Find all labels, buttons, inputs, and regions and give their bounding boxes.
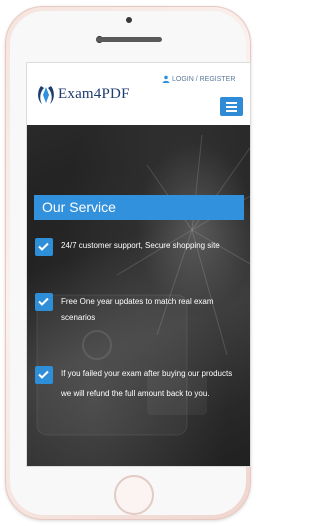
phone-screen: Exam4PDF LOGIN / REGISTER Our Service 24…	[26, 62, 251, 467]
user-icon	[162, 75, 170, 83]
phone-sensor	[126, 17, 132, 23]
hero-background: Our Service 24/7 customer support, Secur…	[27, 125, 250, 466]
service-item: Free One year updates to match real exam…	[35, 293, 241, 326]
service-item: If you failed your exam after buying our…	[35, 366, 241, 404]
hamburger-menu-icon	[226, 102, 237, 104]
checkbox-checked-icon	[35, 293, 53, 311]
our-service-heading: Our Service	[34, 195, 244, 220]
hamburger-menu-button[interactable]	[220, 97, 243, 116]
login-register-label: LOGIN / REGISTER	[172, 75, 236, 83]
service-item-text: 24/7 customer support, Secure shopping s…	[61, 241, 220, 250]
phone-home-button	[114, 475, 154, 515]
checkbox-checked-icon	[35, 366, 53, 384]
service-item-text: If you failed your exam after buying our…	[61, 369, 233, 398]
site-header: Exam4PDF LOGIN / REGISTER	[27, 63, 250, 125]
logo-icon	[38, 86, 54, 104]
service-item: 24/7 customer support, Secure shopping s…	[35, 238, 241, 256]
service-item-text: Free One year updates to match real exam…	[61, 297, 214, 322]
phone-speaker	[96, 37, 162, 42]
checkbox-checked-icon	[35, 238, 53, 256]
brand-logo-text[interactable]: Exam4PDF	[58, 86, 130, 103]
login-register-link[interactable]: LOGIN / REGISTER	[162, 75, 235, 83]
